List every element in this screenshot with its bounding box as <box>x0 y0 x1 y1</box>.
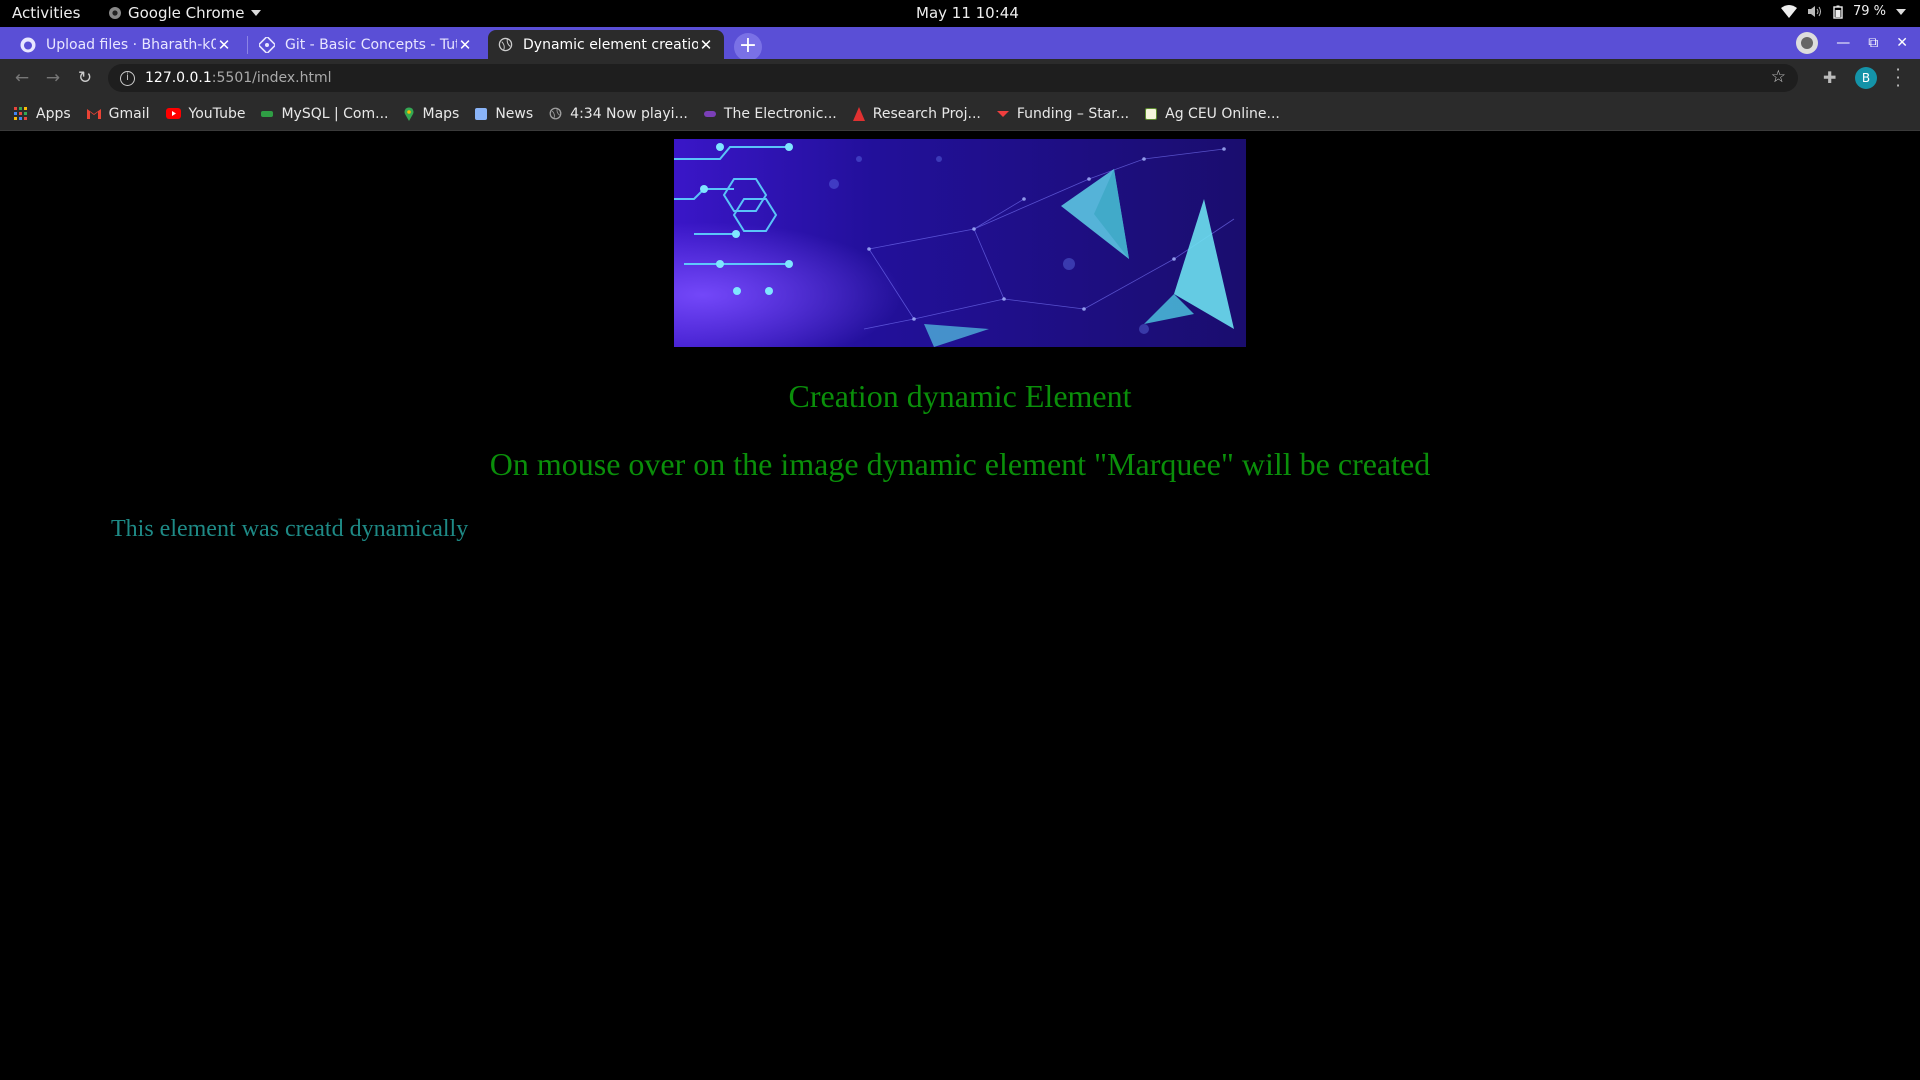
bookmark-label: MySQL | Com... <box>281 105 389 122</box>
bookmark-label: YouTube <box>188 105 246 122</box>
tab-git-basic-concepts[interactable]: Git - Basic Concepts - Tuto ✕ <box>249 30 483 59</box>
electronic-icon <box>703 110 716 117</box>
bookmark-ag-ceu[interactable]: Ag CEU Online... <box>1145 106 1280 122</box>
bookmark-mysql[interactable]: MySQL | Com... <box>261 106 388 122</box>
profile-chip-icon[interactable] <box>1796 32 1819 54</box>
avatar[interactable]: B <box>1855 67 1877 89</box>
page-heading: Creation dynamic Element <box>788 378 1132 414</box>
wifi-icon <box>1780 5 1797 18</box>
window-controls: — ⧉ ✕ <box>1796 27 1920 59</box>
bookmark-funding[interactable]: Funding – Star... <box>996 105 1130 122</box>
forward-arrow-icon[interactable]: → <box>43 68 63 88</box>
banner-image[interactable] <box>674 139 1246 347</box>
research-icon <box>852 106 865 121</box>
close-window-icon[interactable]: ✕ <box>1896 35 1908 51</box>
bookmark-gmail[interactable]: Gmail <box>86 105 150 122</box>
url-host: 127.0.0.1 <box>145 70 212 86</box>
browser-toolbar: ← → ↻ i 127.0.0.1:5501/index.html ☆ ✚ B … <box>0 59 1920 97</box>
tab-title: Dynamic element creation <box>523 36 698 53</box>
tab-title: Upload files · Bharath-k0 <box>46 36 216 53</box>
tab-dynamic-element[interactable]: Dynamic element creation ✕ <box>488 30 724 59</box>
app-menu-label: Google Chrome <box>128 4 245 22</box>
apps-grid-icon <box>14 106 27 120</box>
bookmarks-bar: Apps Gmail YouTube MySQL | Com... Maps N… <box>0 97 1920 131</box>
bookmark-youtube[interactable]: YouTube <box>165 105 246 122</box>
bookmark-label: Maps <box>422 105 460 122</box>
battery-percent: 79 % <box>1852 4 1886 19</box>
chrome-icon <box>109 7 121 19</box>
bookmark-label: Research Proj... <box>872 105 981 122</box>
ag-ceu-icon <box>1145 107 1158 120</box>
close-icon[interactable]: ✕ <box>698 36 714 54</box>
info-icon[interactable]: i <box>120 70 135 86</box>
extensions-puzzle-icon[interactable]: ✚ <box>1823 68 1836 87</box>
system-tray[interactable]: 79 % <box>1780 4 1906 19</box>
minimize-icon[interactable]: — <box>1836 35 1850 51</box>
git-site-icon <box>259 36 275 53</box>
clock[interactable]: May 11 10:44 <box>916 4 1019 22</box>
bookmark-label: Gmail <box>108 105 150 122</box>
youtube-icon <box>165 108 181 119</box>
tab-title: Git - Basic Concepts - Tuto <box>285 36 457 53</box>
bookmark-label: News <box>495 105 534 122</box>
news-icon <box>475 107 488 120</box>
volume-icon <box>1807 6 1821 17</box>
dynamic-marquee-text: This element was creatd dynamically <box>111 516 469 542</box>
bookmark-apps[interactable]: Apps <box>14 106 71 122</box>
globe-icon <box>498 37 513 52</box>
chevron-down-icon <box>250 10 261 16</box>
back-arrow-icon[interactable]: ← <box>12 68 32 88</box>
activities-button[interactable]: Activities <box>12 4 80 22</box>
maps-pin-icon <box>404 106 414 121</box>
globe-icon <box>549 107 562 120</box>
bookmark-label: Apps <box>36 105 71 122</box>
bookmark-maps[interactable]: Maps <box>404 106 459 122</box>
gmail-icon <box>86 109 101 119</box>
url-path: :5501/index.html <box>211 70 332 86</box>
bookmark-label: 4:34 Now playi... <box>570 105 688 122</box>
new-tab-button[interactable]: + <box>734 33 762 61</box>
page-subheading: On mouse over on the image dynamic eleme… <box>489 446 1431 482</box>
close-icon[interactable]: ✕ <box>457 36 473 54</box>
github-icon <box>20 37 36 52</box>
mysql-icon <box>261 110 274 117</box>
bookmark-star-icon[interactable]: ☆ <box>1771 67 1786 87</box>
bookmark-now-playing[interactable]: 4:34 Now playi... <box>549 106 688 122</box>
bookmark-label: Funding – Star... <box>1016 105 1130 122</box>
address-bar[interactable]: i 127.0.0.1:5501/index.html ☆ <box>108 64 1798 92</box>
chevron-down-icon <box>1896 8 1906 15</box>
funding-icon <box>996 110 1009 117</box>
app-menu[interactable]: Google Chrome <box>108 4 261 22</box>
close-icon[interactable]: ✕ <box>216 36 232 54</box>
tech-network-banner <box>674 139 1246 347</box>
maximize-icon[interactable]: ⧉ <box>1868 35 1878 51</box>
reload-icon[interactable]: ↻ <box>75 68 95 88</box>
bookmark-research[interactable]: Research Proj... <box>852 105 981 122</box>
page-content: Creation dynamic Element On mouse over o… <box>0 131 1920 1080</box>
battery-icon <box>1833 5 1843 19</box>
bookmark-electronic[interactable]: The Electronic... <box>703 105 837 122</box>
menu-dots-icon[interactable]: · · · <box>1893 62 1903 94</box>
bookmark-news[interactable]: News <box>475 106 533 122</box>
system-top-bar: Activities Google Chrome May 11 10:44 79… <box>0 0 1920 27</box>
tab-separator <box>247 36 248 54</box>
bookmark-label: Ag CEU Online... <box>1165 105 1280 122</box>
bookmark-label: The Electronic... <box>723 105 837 122</box>
tab-strip: Upload files · Bharath-k0 ✕ Git - Basic … <box>0 27 1920 59</box>
tab-upload-files[interactable]: Upload files · Bharath-k0 ✕ <box>10 30 242 59</box>
